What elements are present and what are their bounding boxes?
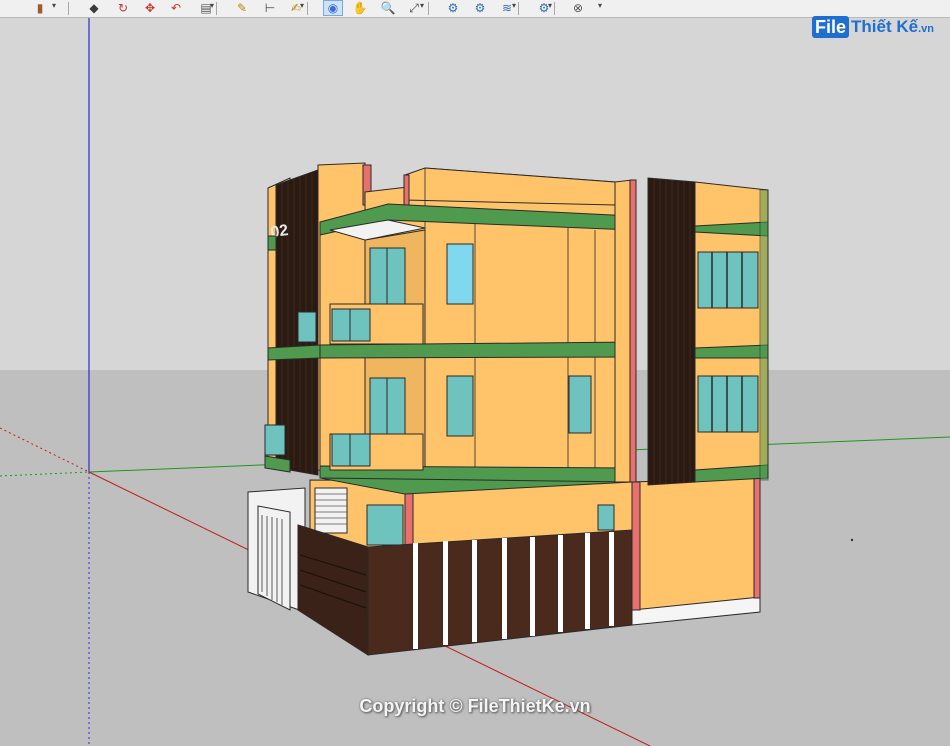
zoom-tool-icon[interactable]: 🔍	[378, 0, 398, 16]
slab-left-top	[267, 235, 277, 251]
paint-bucket-tool-icon[interactable]: ▮	[30, 0, 50, 16]
window-2f-center	[446, 243, 474, 305]
add-location-icon[interactable]: ⚙	[470, 0, 490, 16]
right-pink-column	[629, 179, 637, 483]
tape-measure-icon[interactable]: ✎	[232, 0, 252, 16]
slab-left-1	[267, 344, 321, 361]
logo-name: Thiết Kế	[851, 17, 919, 36]
balcony-1f-left-glass	[264, 424, 286, 456]
sketchup-toolbar: ▮ ◆ ↻ ✥ ↶ ▤ ✎ ⊢ ✍ ◉ ✋ 🔍 ⤢ ⚙ ⚙ ≋ ⚙ ⊗ ▾ ▾ ▾ ▾ ▾ ▾ ▾	[0, 0, 950, 18]
logo-badge: File	[812, 16, 850, 38]
ground-right-wall	[631, 477, 761, 611]
extension-warehouse-icon[interactable]: ⊗	[568, 0, 588, 16]
ground-pink-column	[404, 489, 414, 551]
site-logo: File Thiết Kế.vn	[812, 14, 934, 40]
3d-viewport[interactable]: 02	[0, 0, 950, 746]
upper-pink-strip	[403, 174, 410, 206]
ground-window-left	[366, 504, 404, 546]
logo-text: Thiết Kế.vn	[851, 17, 934, 37]
right-window-2f	[697, 251, 759, 309]
toolbar-separator	[307, 2, 308, 15]
geo-location-icon[interactable]: ⚙	[443, 0, 463, 16]
dropdown-caret-icon[interactable]: ▾	[300, 1, 304, 10]
rotate-tool-icon[interactable]: ↻	[113, 0, 133, 16]
dropdown-caret-icon[interactable]: ▾	[420, 1, 424, 10]
dropdown-caret-icon[interactable]: ▾	[598, 1, 602, 10]
ground-right-pink-strip	[631, 481, 641, 611]
pan-tool-icon[interactable]: ✋	[350, 0, 370, 16]
toolbar-separator	[518, 2, 519, 15]
garage-shutter	[314, 487, 348, 534]
right-window-1f	[697, 375, 759, 433]
ground-right-pink-strip-2	[753, 477, 761, 599]
ground-marker-dot	[850, 538, 854, 542]
orbit-tool-icon[interactable]: ◉	[323, 0, 343, 16]
undo-icon[interactable]: ↶	[166, 0, 186, 16]
dropdown-caret-icon[interactable]: ▾	[548, 1, 552, 10]
ground-window-right	[597, 504, 615, 531]
right-edge-green-top	[759, 189, 769, 481]
dropdown-caret-icon[interactable]: ▾	[512, 1, 516, 10]
logo-tld: .vn	[918, 23, 934, 35]
toolbar-separator	[216, 2, 217, 15]
toolbar-separator	[428, 2, 429, 15]
window-1f-center	[446, 375, 474, 437]
dropdown-caret-icon[interactable]: ▾	[52, 1, 56, 10]
copyright-watermark: Copyright © FileThietKe.vn	[359, 696, 591, 716]
balcony-1f-glass	[331, 433, 371, 467]
dimension-tool-icon[interactable]: ⊢	[260, 0, 280, 16]
move-tool-icon[interactable]: ✥	[140, 0, 160, 16]
right-slat-panel	[647, 177, 696, 486]
toolbar-separator	[68, 2, 69, 15]
balcony-2f-glass	[331, 308, 371, 342]
building-model[interactable]: 02	[247, 162, 769, 656]
balcony-2f-left-glass	[297, 311, 317, 343]
eraser-tool-icon[interactable]: ◆	[84, 0, 104, 16]
dropdown-caret-icon[interactable]: ▾	[210, 1, 214, 10]
toolbar-separator	[554, 2, 555, 15]
window-1f-right	[568, 375, 592, 434]
side-gate	[257, 505, 291, 611]
right-column	[614, 179, 633, 483]
